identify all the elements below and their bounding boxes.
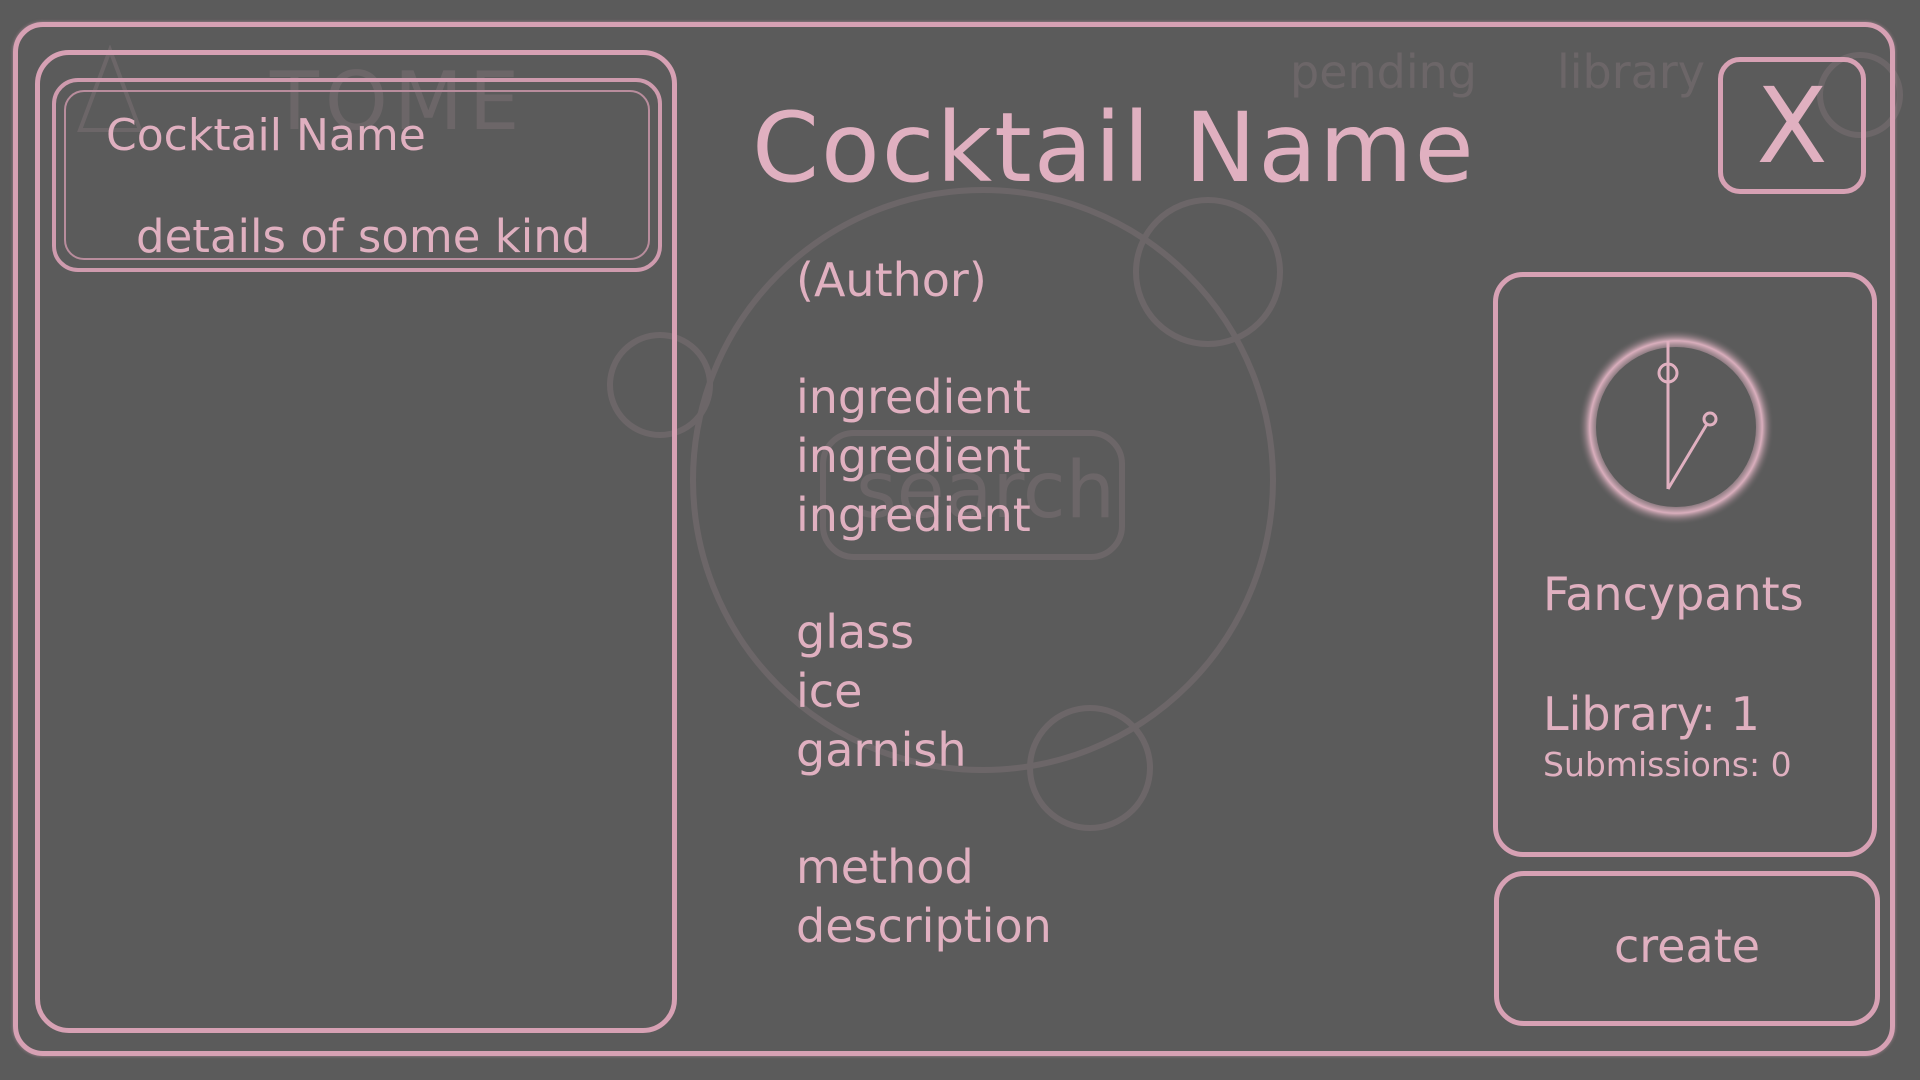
- list-item[interactable]: Cocktail Name details of some kind: [52, 78, 662, 272]
- ingredient-2: ingredient: [796, 429, 1031, 483]
- ice-text: ice: [796, 664, 863, 718]
- ingredient-3: ingredient: [796, 488, 1031, 542]
- clock-icon: [1578, 329, 1774, 525]
- profile-name: Fancypants: [1543, 567, 1804, 621]
- list-item-detail: details of some kind: [136, 210, 591, 263]
- cocktail-author: (Author): [796, 253, 987, 307]
- method-line-2: description: [796, 899, 1052, 953]
- profile-submissions-count: Submissions: 0: [1543, 745, 1792, 784]
- garnish-text: garnish: [796, 723, 967, 777]
- profile-card: Fancypants Library: 1 Submissions: 0: [1493, 272, 1877, 857]
- close-button[interactable]: X: [1718, 57, 1866, 194]
- list-item-title: Cocktail Name: [106, 110, 426, 161]
- profile-library-count: Library: 1: [1543, 687, 1760, 741]
- method-line-1: method: [796, 840, 974, 894]
- ingredient-1: ingredient: [796, 370, 1031, 424]
- cocktail-title: Cocktail Name: [752, 92, 1476, 204]
- create-button[interactable]: create: [1494, 871, 1880, 1026]
- glass-text: glass: [796, 605, 915, 659]
